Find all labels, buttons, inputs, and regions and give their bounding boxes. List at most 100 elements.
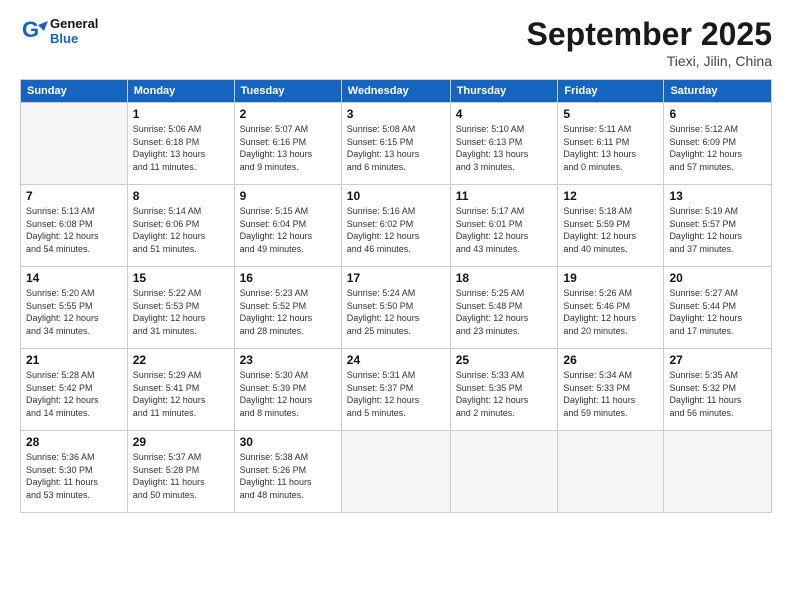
table-cell: 20Sunrise: 5:27 AM Sunset: 5:44 PM Dayli… (664, 267, 772, 349)
day-number: 28 (26, 435, 122, 449)
day-info: Sunrise: 5:20 AM Sunset: 5:55 PM Dayligh… (26, 287, 122, 337)
table-cell: 28 Sunrise: 5:36 AM Sunset: 5:30 PM Dayli… (21, 431, 128, 513)
week-row-2: 7 Sunrise: 5:13 AM Sunset: 6:08 PM Daylig… (21, 185, 772, 267)
day-number: 19 (563, 271, 658, 285)
table-cell: 14 Sunrise: 5:20 AM Sunset: 5:55 PM Dayli… (21, 267, 128, 349)
day-number: 10 (347, 189, 445, 203)
day-number: 3 (347, 107, 445, 121)
day-info: Sunrise: 5:26 AM Sunset: 5:46 PM Dayligh… (563, 287, 658, 337)
table-cell: 3 Sunrise: 5:08 AM Sunset: 6:15 PM Daylig… (341, 103, 450, 185)
day-info: Sunrise: 5:38 AM Sunset: 5:26 PM Dayligh… (240, 451, 336, 501)
header-monday: Monday (127, 80, 234, 103)
week-row-4: 21Sunrise: 5:28 AM Sunset: 5:42 PM Dayli… (21, 349, 772, 431)
day-number: 9 (240, 189, 336, 203)
day-number: 7 (26, 189, 122, 203)
title-block: September 2025 Tiexi, Jilin, China (527, 16, 772, 69)
table-cell: 6 Sunrise: 5:12 AM Sunset: 6:09 PM Daylig… (664, 103, 772, 185)
table-cell: 13 Sunrise: 5:19 AM Sunset: 5:57 PM Dayli… (664, 185, 772, 267)
day-number: 16 (240, 271, 336, 285)
header: G General Blue September 2025 Tiexi, Jil… (20, 16, 772, 69)
logo-icon: G (20, 17, 48, 45)
logo-text: General Blue (50, 16, 98, 46)
day-info: Sunrise: 5:28 AM Sunset: 5:42 PM Dayligh… (26, 369, 122, 419)
day-number: 1 (133, 107, 229, 121)
calendar-body: 1 Sunrise: 5:06 AM Sunset: 6:18 PM Daylig… (21, 103, 772, 513)
day-info: Sunrise: 5:19 AM Sunset: 5:57 PM Dayligh… (669, 205, 766, 255)
table-cell: 5 Sunrise: 5:11 AM Sunset: 6:11 PM Daylig… (558, 103, 664, 185)
header-tuesday: Tuesday (234, 80, 341, 103)
header-sunday: Sunday (21, 80, 128, 103)
day-info: Sunrise: 5:06 AM Sunset: 6:18 PM Dayligh… (133, 123, 229, 173)
table-cell: 30 Sunrise: 5:38 AM Sunset: 5:26 PM Dayli… (234, 431, 341, 513)
table-cell: 23 Sunrise: 5:30 AM Sunset: 5:39 PM Dayli… (234, 349, 341, 431)
day-info: Sunrise: 5:34 AM Sunset: 5:33 PM Dayligh… (563, 369, 658, 419)
day-number: 8 (133, 189, 229, 203)
table-cell: 11 Sunrise: 5:17 AM Sunset: 6:01 PM Dayli… (450, 185, 558, 267)
day-number: 14 (26, 271, 122, 285)
day-info: Sunrise: 5:15 AM Sunset: 6:04 PM Dayligh… (240, 205, 336, 255)
table-cell: 26 Sunrise: 5:34 AM Sunset: 5:33 PM Dayli… (558, 349, 664, 431)
day-info: Sunrise: 5:37 AM Sunset: 5:28 PM Dayligh… (133, 451, 229, 501)
location: Tiexi, Jilin, China (527, 53, 772, 69)
week-row-5: 28 Sunrise: 5:36 AM Sunset: 5:30 PM Dayli… (21, 431, 772, 513)
day-info: Sunrise: 5:12 AM Sunset: 6:09 PM Dayligh… (669, 123, 766, 173)
day-info: Sunrise: 5:11 AM Sunset: 6:11 PM Dayligh… (563, 123, 658, 173)
day-number: 29 (133, 435, 229, 449)
day-number: 24 (347, 353, 445, 367)
table-cell: 7 Sunrise: 5:13 AM Sunset: 6:08 PM Daylig… (21, 185, 128, 267)
day-number: 25 (456, 353, 553, 367)
week-row-3: 14 Sunrise: 5:20 AM Sunset: 5:55 PM Dayli… (21, 267, 772, 349)
day-number: 11 (456, 189, 553, 203)
table-cell: 16 Sunrise: 5:23 AM Sunset: 5:52 PM Dayli… (234, 267, 341, 349)
day-info: Sunrise: 5:30 AM Sunset: 5:39 PM Dayligh… (240, 369, 336, 419)
table-cell (450, 431, 558, 513)
table-cell: 12 Sunrise: 5:18 AM Sunset: 5:59 PM Dayli… (558, 185, 664, 267)
day-info: Sunrise: 5:35 AM Sunset: 5:32 PM Dayligh… (669, 369, 766, 419)
table-cell: 21Sunrise: 5:28 AM Sunset: 5:42 PM Dayli… (21, 349, 128, 431)
table-cell: 1 Sunrise: 5:06 AM Sunset: 6:18 PM Daylig… (127, 103, 234, 185)
table-cell (664, 431, 772, 513)
svg-text:G: G (22, 17, 39, 42)
table-cell: 25 Sunrise: 5:33 AM Sunset: 5:35 PM Dayli… (450, 349, 558, 431)
day-number: 13 (669, 189, 766, 203)
table-cell (341, 431, 450, 513)
day-number: 4 (456, 107, 553, 121)
day-number: 20 (669, 271, 766, 285)
day-info: Sunrise: 5:36 AM Sunset: 5:30 PM Dayligh… (26, 451, 122, 501)
day-info: Sunrise: 5:07 AM Sunset: 6:16 PM Dayligh… (240, 123, 336, 173)
day-info: Sunrise: 5:16 AM Sunset: 6:02 PM Dayligh… (347, 205, 445, 255)
day-info: Sunrise: 5:13 AM Sunset: 6:08 PM Dayligh… (26, 205, 122, 255)
table-cell: 17Sunrise: 5:24 AM Sunset: 5:50 PM Dayli… (341, 267, 450, 349)
day-info: Sunrise: 5:25 AM Sunset: 5:48 PM Dayligh… (456, 287, 553, 337)
table-cell: 22Sunrise: 5:29 AM Sunset: 5:41 PM Dayli… (127, 349, 234, 431)
calendar-table: Sunday Monday Tuesday Wednesday Thursday… (20, 79, 772, 513)
table-cell: 8Sunrise: 5:14 AM Sunset: 6:06 PM Daylig… (127, 185, 234, 267)
day-info: Sunrise: 5:23 AM Sunset: 5:52 PM Dayligh… (240, 287, 336, 337)
day-number: 6 (669, 107, 766, 121)
day-number: 12 (563, 189, 658, 203)
day-number: 2 (240, 107, 336, 121)
header-friday: Friday (558, 80, 664, 103)
day-number: 30 (240, 435, 336, 449)
logo: G General Blue (20, 16, 98, 46)
day-number: 5 (563, 107, 658, 121)
day-info: Sunrise: 5:10 AM Sunset: 6:13 PM Dayligh… (456, 123, 553, 173)
weekday-header-row: Sunday Monday Tuesday Wednesday Thursday… (21, 80, 772, 103)
day-info: Sunrise: 5:18 AM Sunset: 5:59 PM Dayligh… (563, 205, 658, 255)
day-number: 15 (133, 271, 229, 285)
day-info: Sunrise: 5:17 AM Sunset: 6:01 PM Dayligh… (456, 205, 553, 255)
day-info: Sunrise: 5:08 AM Sunset: 6:15 PM Dayligh… (347, 123, 445, 173)
day-number: 26 (563, 353, 658, 367)
day-info: Sunrise: 5:31 AM Sunset: 5:37 PM Dayligh… (347, 369, 445, 419)
header-wednesday: Wednesday (341, 80, 450, 103)
day-number: 23 (240, 353, 336, 367)
day-info: Sunrise: 5:22 AM Sunset: 5:53 PM Dayligh… (133, 287, 229, 337)
table-cell: 18 Sunrise: 5:25 AM Sunset: 5:48 PM Dayli… (450, 267, 558, 349)
day-number: 18 (456, 271, 553, 285)
day-number: 17 (347, 271, 445, 285)
table-cell: 2 Sunrise: 5:07 AM Sunset: 6:16 PM Daylig… (234, 103, 341, 185)
day-info: Sunrise: 5:33 AM Sunset: 5:35 PM Dayligh… (456, 369, 553, 419)
day-info: Sunrise: 5:29 AM Sunset: 5:41 PM Dayligh… (133, 369, 229, 419)
header-saturday: Saturday (664, 80, 772, 103)
table-cell: 15 Sunrise: 5:22 AM Sunset: 5:53 PM Dayli… (127, 267, 234, 349)
